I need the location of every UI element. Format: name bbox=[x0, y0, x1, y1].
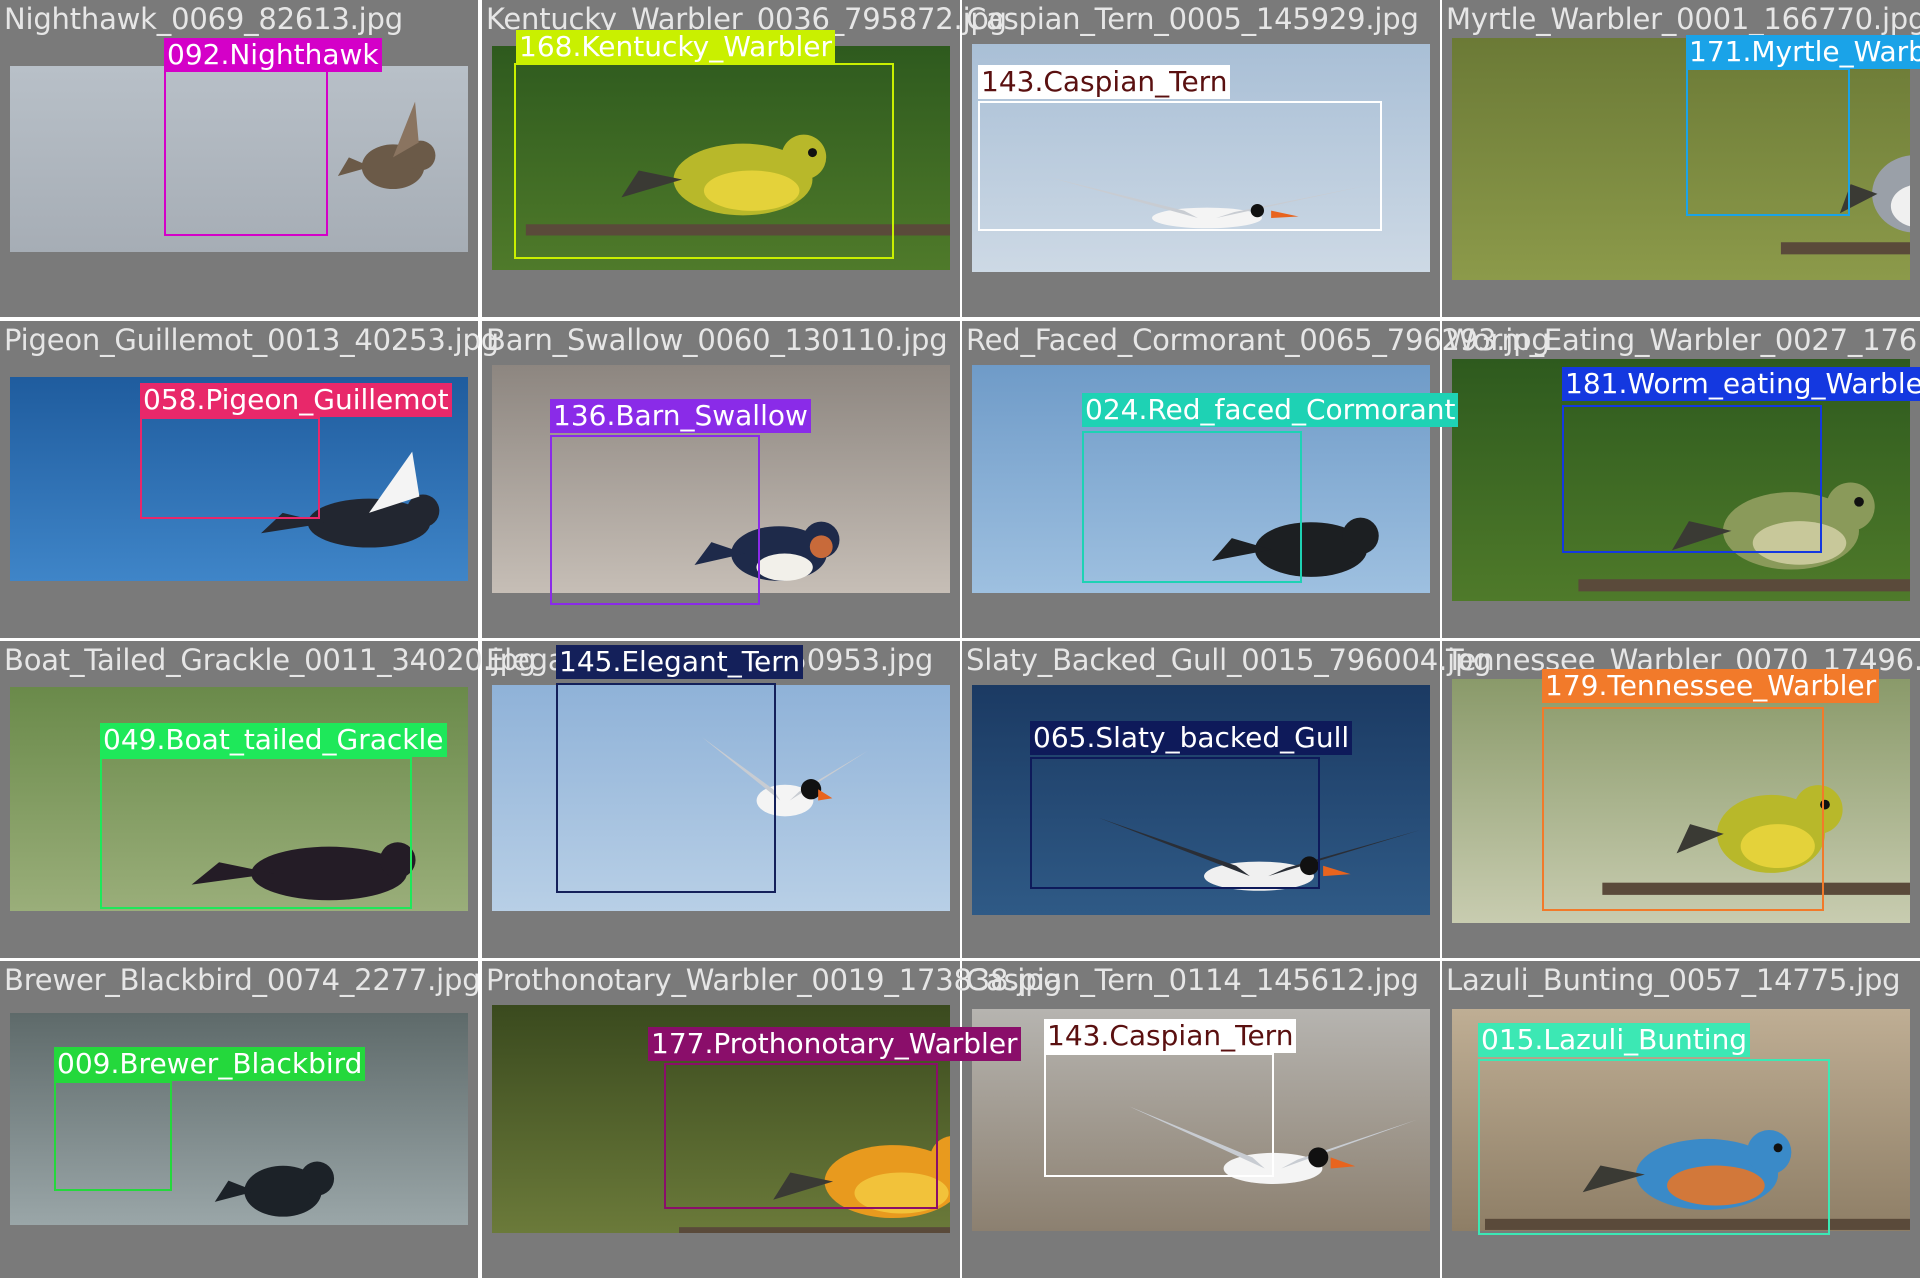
image-filename: Lazuli_Bunting_0057_14775.jpg bbox=[1446, 963, 1901, 997]
bounding-box bbox=[514, 63, 894, 259]
detection-tile: Elegant_Tern_0079_150953.jpg145.Elegant_… bbox=[482, 641, 960, 958]
bounding-box bbox=[164, 70, 328, 236]
class-label: 177.Prothonotary_Warbler bbox=[648, 1027, 1021, 1061]
detection-tile: Worm_Eating_Warbler_0027_176.jpg 181.Worm… bbox=[1442, 321, 1920, 638]
class-label: 024.Red_faced_Cormorant bbox=[1082, 393, 1459, 427]
class-label: 058.Pigeon_Guillemot bbox=[140, 383, 452, 417]
bounding-box bbox=[550, 435, 760, 605]
bounding-box bbox=[100, 757, 412, 909]
image-filename: Barn_Swallow_0060_130110.jpg bbox=[486, 323, 948, 357]
class-label: 145.Elegant_Tern bbox=[556, 645, 804, 679]
detection-tile: Nighthawk_0069_82613.jpg 092.Nighthawk bbox=[0, 0, 478, 317]
detection-tile: Slaty_Backed_Gull_0015_796004.jpg 065.Sla… bbox=[962, 641, 1492, 958]
class-label: 143.Caspian_Tern bbox=[978, 65, 1231, 99]
detection-tile: Red_Faced_Cormorant_0065_796293.jpg 024.R… bbox=[962, 321, 1550, 638]
detection-tile: Prothonotary_Warbler_0019_173838.jpg 177.… bbox=[482, 961, 1062, 1278]
bounding-box bbox=[1686, 68, 1850, 216]
bounding-box bbox=[664, 1063, 938, 1209]
bounding-box bbox=[1030, 757, 1320, 889]
bounding-box bbox=[556, 683, 776, 893]
class-label: 065.Slaty_backed_Gull bbox=[1030, 721, 1353, 755]
bounding-box bbox=[1542, 707, 1824, 911]
detection-tile: Kentucky_Warbler_0036_795872.jpg 168.Kent… bbox=[482, 0, 1007, 317]
bounding-box bbox=[1044, 1053, 1274, 1177]
class-label: 092.Nighthawk bbox=[164, 38, 382, 72]
detection-tile: Caspian_Tern_0005_145929.jpg 143.Caspian_… bbox=[962, 0, 1440, 317]
detection-tile: Lazuli_Bunting_0057_14775.jpg 015.Lazuli_… bbox=[1442, 961, 1920, 1278]
detection-tile: Tennessee_Warbler_0070_17496.jpg 179.Tenn… bbox=[1442, 641, 1920, 958]
bounding-box bbox=[978, 101, 1382, 231]
class-label: 181.Worm_eating_Warbler bbox=[1562, 367, 1920, 401]
image-filename: Worm_Eating_Warbler_0027_176.jpg bbox=[1446, 323, 1920, 357]
detection-tile: Caspian_Tern_0114_145612.jpg 143.Caspian_… bbox=[962, 961, 1440, 1278]
image-filename: Caspian_Tern_0114_145612.jpg bbox=[966, 963, 1419, 997]
image-filename: Myrtle_Warbler_0001_166770.jpg bbox=[1446, 2, 1920, 36]
image-filename: Caspian_Tern_0005_145929.jpg bbox=[966, 2, 1419, 36]
class-label: 171.Myrtle_Warbler bbox=[1686, 35, 1920, 69]
bounding-box bbox=[54, 1081, 172, 1191]
class-label: 179.Tennessee_Warbler bbox=[1542, 669, 1880, 703]
detection-tile: Brewer_Blackbird_0074_2277.jpg 009.Brewer… bbox=[0, 961, 481, 1278]
image-filename: Nighthawk_0069_82613.jpg bbox=[4, 2, 403, 36]
detection-tile: Boat_Tailed_Grackle_0011_34020.jpg 049.Bo… bbox=[0, 641, 536, 958]
detection-tile: Myrtle_Warbler_0001_166770.jpg 171.Myrtle… bbox=[1442, 0, 1920, 317]
bounding-box bbox=[1478, 1059, 1830, 1235]
image-filename: Brewer_Blackbird_0074_2277.jpg bbox=[4, 963, 481, 997]
image-filename: Pigeon_Guillemot_0013_40253.jpg bbox=[4, 323, 499, 357]
class-label: 015.Lazuli_Bunting bbox=[1478, 1023, 1751, 1057]
bounding-box bbox=[1082, 431, 1302, 583]
detection-tile: Pigeon_Guillemot_0013_40253.jpg 058.Pigeo… bbox=[0, 321, 499, 638]
class-label: 168.Kentucky_Warbler bbox=[516, 30, 836, 64]
class-label: 049.Boat_tailed_Grackle bbox=[100, 723, 447, 757]
bounding-box bbox=[140, 417, 320, 519]
class-label: 009.Brewer_Blackbird bbox=[54, 1047, 366, 1081]
detection-tile: Barn_Swallow_0060_130110.jpg 136.Barn_Swa… bbox=[482, 321, 960, 638]
class-label: 136.Barn_Swallow bbox=[550, 399, 811, 433]
image-filename: Slaty_Backed_Gull_0015_796004.jpg bbox=[966, 643, 1492, 677]
detection-grid: Nighthawk_0069_82613.jpg 092.Nighthawk Ken… bbox=[0, 0, 1920, 1280]
bounding-box bbox=[1562, 405, 1822, 553]
image-filename: Boat_Tailed_Grackle_0011_34020.jpg bbox=[4, 643, 536, 677]
class-label: 143.Caspian_Tern bbox=[1044, 1019, 1297, 1053]
